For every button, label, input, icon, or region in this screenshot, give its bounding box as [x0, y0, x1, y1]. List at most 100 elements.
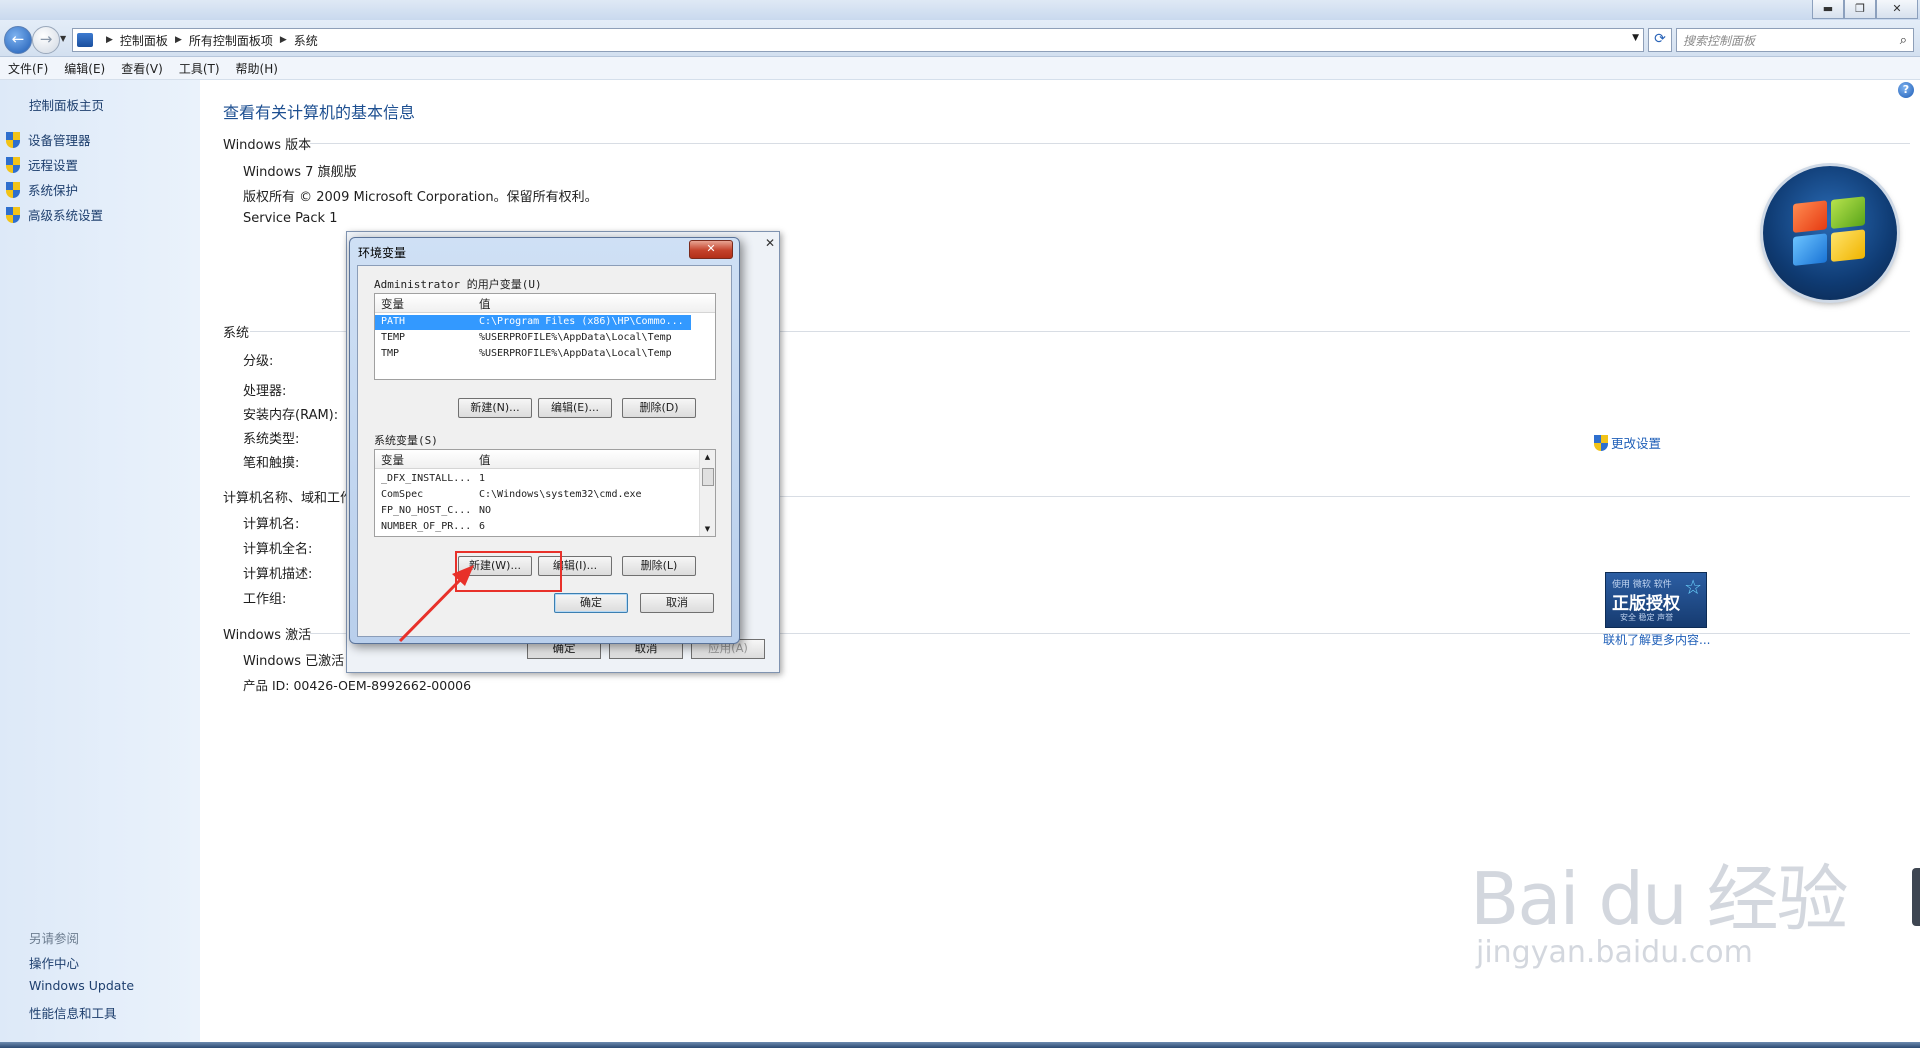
- pen-touch-label: 笔和触摸:: [243, 456, 300, 471]
- window-titlebar: ▬ ❐ ✕: [0, 0, 1920, 20]
- sidebar-home-link[interactable]: 控制面板主页: [29, 95, 104, 114]
- change-settings-link[interactable]: 更改设置: [1594, 433, 1661, 452]
- workgroup-label: 工作组:: [243, 592, 287, 607]
- processor-label: 处理器:: [243, 384, 287, 399]
- var-name: FP_NO_HOST_C...: [381, 505, 472, 516]
- col-variable[interactable]: 变量: [381, 296, 404, 312]
- sidebar-item-label: 高级系统设置: [28, 208, 104, 223]
- close-button[interactable]: ✕: [1876, 0, 1918, 19]
- divider: [310, 143, 1910, 144]
- menu-edit[interactable]: 编辑(E): [56, 60, 113, 77]
- chevron-right-icon[interactable]: ▶: [106, 35, 113, 45]
- see-also-performance[interactable]: 性能信息和工具: [29, 1003, 117, 1022]
- var-name: ComSpec: [381, 489, 424, 500]
- user-vars-list[interactable]: 变量 值 PATH C:\Program Files (x86)\HP\Comm…: [374, 293, 716, 380]
- genuine-tagline: 安全 稳定 声誉: [1620, 613, 1674, 622]
- menu-help[interactable]: 帮助(H): [228, 60, 286, 77]
- user-edit-button[interactable]: 编辑(E)...: [538, 398, 612, 418]
- system-vars-list[interactable]: 变量 值 _DFX_INSTALL... 1 ComSpec C:\Window…: [374, 449, 716, 537]
- sidebar-item-device-manager[interactable]: 设备管理器: [6, 130, 91, 149]
- scroll-down-icon[interactable]: ▼: [700, 522, 715, 536]
- refresh-button[interactable]: ⟳: [1648, 28, 1672, 52]
- breadcrumb-all-items[interactable]: 所有控制面板项: [189, 32, 273, 49]
- cancel-button[interactable]: 取消: [640, 593, 714, 613]
- system-delete-button[interactable]: 删除(L): [622, 556, 696, 576]
- genuine-badge[interactable]: 使用 微软 软件 正版授权 安全 稳定 声誉 ☆: [1605, 572, 1707, 628]
- sidebar-item-label: 系统保护: [28, 183, 79, 198]
- shield-icon: [6, 206, 20, 223]
- col-value[interactable]: 值: [479, 296, 491, 312]
- see-also-action-center[interactable]: 操作中心: [29, 953, 79, 972]
- chevron-right-icon[interactable]: ▶: [280, 35, 287, 45]
- menu-view[interactable]: 查看(V): [113, 60, 171, 77]
- system-vars-scrollbar[interactable]: ▲ ▼: [699, 450, 715, 536]
- table-row[interactable]: TEMP %USERPROFILE%\AppData\Local\Temp: [375, 331, 715, 346]
- scroll-up-icon[interactable]: ▲: [700, 450, 715, 464]
- search-input[interactable]: 搜索控制面板 ⌕: [1676, 28, 1914, 52]
- table-row[interactable]: PATH C:\Program Files (x86)\HP\Commo...: [375, 315, 691, 330]
- var-value: NO: [479, 505, 492, 516]
- table-row[interactable]: NUMBER_OF_PR... 6: [375, 520, 700, 534]
- address-bar[interactable]: ▶ 控制面板 ▶ 所有控制面板项 ▶ 系统 ▼: [72, 28, 1644, 52]
- minimize-button[interactable]: ▬: [1812, 0, 1844, 19]
- activation-heading: Windows 激活: [223, 628, 312, 643]
- forward-button[interactable]: →: [32, 26, 60, 54]
- maximize-button[interactable]: ❐: [1844, 0, 1876, 19]
- product-id: 产品 ID: 00426-OEM-8992662-00006: [243, 678, 472, 693]
- windows-flag-icon: [1793, 196, 1867, 268]
- table-row[interactable]: _DFX_INSTALL... 1: [375, 472, 700, 487]
- activation-status: Windows 已激活: [243, 654, 345, 669]
- learn-more-link[interactable]: 联机了解更多内容...: [1603, 631, 1710, 648]
- table-row[interactable]: FP_NO_HOST_C... NO: [375, 504, 700, 519]
- full-name-label: 计算机全名:: [243, 542, 313, 557]
- var-value: %USERPROFILE%\AppData\Local\Temp: [479, 332, 672, 343]
- col-value[interactable]: 值: [479, 452, 491, 468]
- windows-logo: [1763, 166, 1897, 300]
- sidebar-item-remote-settings[interactable]: 远程设置: [6, 155, 78, 174]
- ram-label: 安装内存(RAM):: [243, 408, 339, 423]
- breadcrumb-system[interactable]: 系统: [294, 32, 318, 49]
- address-dropdown-icon[interactable]: ▼: [1632, 33, 1639, 43]
- dialog-close-button[interactable]: ✕: [689, 240, 733, 259]
- var-name: TEMP: [381, 332, 406, 343]
- system-heading: 系统: [223, 326, 250, 341]
- system-vars-label: 系统变量(S): [374, 434, 438, 447]
- see-also-windows-update[interactable]: Windows Update: [29, 978, 134, 993]
- watermark-text: Bai du 经验: [1470, 857, 1849, 941]
- var-value: 1: [479, 473, 486, 484]
- user-delete-button[interactable]: 删除(D): [622, 398, 696, 418]
- var-value: C:\Program Files (x86)\HP\Commo...: [479, 316, 684, 327]
- shield-icon: [1594, 434, 1608, 451]
- back-button[interactable]: ←: [4, 26, 32, 54]
- description-label: 计算机描述:: [243, 567, 313, 582]
- menu-file[interactable]: 文件(F): [0, 60, 56, 77]
- help-icon[interactable]: ?: [1898, 82, 1914, 98]
- taskbar[interactable]: [0, 1042, 1920, 1048]
- sidebar-item-system-protection[interactable]: 系统保护: [6, 180, 78, 199]
- side-handle[interactable]: [1912, 868, 1920, 926]
- user-new-button[interactable]: 新建(N)...: [458, 398, 532, 418]
- copyright-text: 版权所有 © 2009 Microsoft Corporation。保留所有权利…: [243, 190, 598, 205]
- chevron-right-icon[interactable]: ▶: [175, 35, 182, 45]
- dialog-title: 环境变量: [358, 246, 407, 260]
- close-icon[interactable]: ✕: [765, 236, 775, 250]
- search-icon[interactable]: ⌕: [1900, 33, 1913, 48]
- sidebar: 控制面板主页 设备管理器 远程设置 系统保护 高级系统设置 另请参阅 操作中心 …: [0, 80, 200, 1042]
- table-row[interactable]: TMP %USERPROFILE%\AppData\Local\Temp: [375, 347, 715, 362]
- sidebar-item-advanced-settings[interactable]: 高级系统设置: [6, 205, 103, 224]
- list-header: 变量 值: [375, 294, 715, 313]
- col-variable[interactable]: 变量: [381, 452, 404, 468]
- see-also-heading: 另请参阅: [29, 931, 80, 946]
- ok-button[interactable]: 确定: [554, 593, 628, 613]
- rating-label: 分级:: [243, 354, 274, 369]
- shield-icon: [6, 156, 20, 173]
- computer-name-label: 计算机名:: [243, 517, 300, 532]
- search-placeholder: 搜索控制面板: [1683, 33, 1756, 48]
- var-name: PATH: [381, 316, 406, 327]
- breadcrumb-control-panel[interactable]: 控制面板: [120, 32, 168, 49]
- table-row[interactable]: ComSpec C:\Windows\system32\cmd.exe: [375, 488, 700, 503]
- menu-tools[interactable]: 工具(T): [171, 60, 228, 77]
- scroll-thumb[interactable]: [702, 468, 714, 486]
- window-controls: ▬ ❐ ✕: [1812, 0, 1918, 19]
- recent-pages-dropdown-icon[interactable]: ▼: [60, 34, 66, 43]
